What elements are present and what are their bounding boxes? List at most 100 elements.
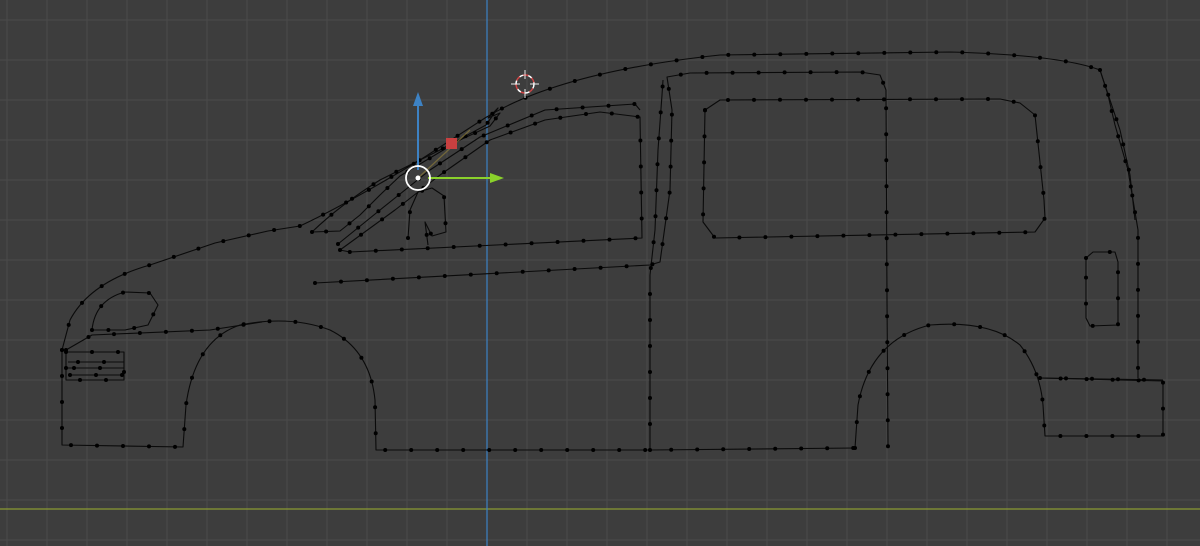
curve-vertex[interactable] — [789, 234, 794, 239]
curve-vertex[interactable] — [366, 187, 371, 192]
curve-vertex[interactable] — [660, 242, 665, 247]
curve-vertex[interactable] — [196, 246, 201, 251]
curve-vertex[interactable] — [648, 266, 653, 270]
gizmo-plane-handle[interactable] — [446, 138, 457, 149]
curve-vertex[interactable] — [934, 97, 938, 102]
curve-vertex[interactable] — [442, 170, 447, 175]
curve-vertex[interactable] — [60, 348, 64, 352]
curve-vertex[interactable] — [638, 138, 643, 143]
curve-vertex[interactable] — [609, 111, 614, 116]
curve-vertex[interactable] — [200, 352, 205, 357]
curve-vertex[interactable] — [1041, 190, 1046, 195]
curve-vertex[interactable] — [78, 378, 82, 382]
curve-vertex[interactable] — [350, 196, 354, 201]
curve-vertex[interactable] — [76, 360, 80, 364]
curve-vertex[interactable] — [356, 225, 361, 230]
curve-vertex[interactable] — [825, 446, 830, 451]
curve-vertex[interactable] — [580, 105, 585, 110]
curve-vertex[interactable] — [427, 156, 432, 161]
curve-vertex[interactable] — [90, 328, 94, 332]
curve-vertex[interactable] — [461, 448, 466, 452]
curve-vertex[interactable] — [854, 420, 859, 425]
curve-vertex[interactable] — [364, 278, 369, 283]
curve-vertex[interactable] — [373, 248, 378, 253]
curve-vertex[interactable] — [1084, 275, 1088, 280]
curve-vertex[interactable] — [1121, 142, 1126, 147]
curve-vertex[interactable] — [190, 375, 194, 380]
curve-vertex[interactable] — [674, 58, 679, 63]
curve-vertex[interactable] — [1011, 99, 1016, 104]
curve-vertex[interactable] — [146, 291, 151, 295]
curve-vertex[interactable] — [1109, 109, 1114, 113]
curve-vertex[interactable] — [581, 238, 586, 243]
curve-vertex[interactable] — [493, 116, 498, 121]
curve-vertex[interactable] — [122, 271, 127, 276]
curve-vertex[interactable] — [830, 51, 835, 56]
curve-vertex[interactable] — [1106, 92, 1111, 97]
curve-vertex[interactable] — [624, 264, 629, 269]
curve-vertex[interactable] — [366, 204, 371, 209]
curve-vertex[interactable] — [555, 240, 560, 244]
curve-vertex[interactable] — [885, 314, 890, 319]
curve-vertex[interactable] — [1130, 193, 1135, 198]
curve-vertex[interactable] — [68, 373, 72, 377]
curve-vertex[interactable] — [712, 234, 716, 239]
curve-vertex[interactable] — [373, 405, 378, 410]
curve-vertex[interactable] — [116, 350, 120, 354]
curve-vertex[interactable] — [1136, 235, 1140, 240]
curve-vertex[interactable] — [763, 235, 768, 240]
curve-vertex[interactable] — [104, 378, 108, 382]
curve-vertex[interactable] — [747, 447, 752, 451]
curve-vertex[interactable] — [171, 254, 176, 259]
curve-vertex[interactable] — [1110, 434, 1115, 438]
curve-vertex[interactable] — [1136, 287, 1140, 292]
curve-vertex[interactable] — [886, 444, 890, 449]
curve-vertex[interactable] — [394, 169, 399, 174]
curve-vertex[interactable] — [399, 247, 404, 252]
curve-vertex[interactable] — [1090, 376, 1094, 381]
curve-vertex[interactable] — [95, 443, 99, 448]
curve-vertex[interactable] — [726, 98, 730, 102]
curve-vertex[interactable] — [669, 447, 674, 452]
curve-vertex[interactable] — [934, 50, 939, 55]
curve-vertex[interactable] — [406, 236, 410, 240]
curve-vertex[interactable] — [106, 328, 111, 332]
curve-vertex[interactable] — [267, 319, 272, 324]
curve-vertex[interactable] — [60, 374, 64, 378]
curve-vertex[interactable] — [1035, 139, 1040, 144]
curve-vertex[interactable] — [808, 70, 813, 75]
curve-vertex[interactable] — [701, 186, 706, 191]
3d-viewport[interactable] — [0, 0, 1200, 546]
curve-vertex[interactable] — [908, 50, 913, 55]
curve-vertex[interactable] — [867, 233, 872, 238]
curve-vertex[interactable] — [778, 52, 783, 57]
curve-vertex[interactable] — [463, 155, 468, 160]
curve-vertex[interactable] — [329, 212, 334, 217]
curve-vertex[interactable] — [189, 328, 194, 333]
curve-vertex[interactable] — [272, 228, 277, 232]
curve-vertex[interactable] — [529, 113, 534, 118]
curve-vertex[interactable] — [884, 132, 889, 137]
curve-vertex[interactable] — [1107, 250, 1112, 254]
curve-vertex[interactable] — [1012, 53, 1017, 58]
curve-vertex[interactable] — [866, 369, 871, 374]
curve-vertex[interactable] — [778, 97, 782, 102]
curve-vertex[interactable] — [572, 267, 577, 271]
curve-vertex[interactable] — [584, 112, 588, 116]
curve-vertex[interactable] — [102, 360, 106, 364]
curve-vertex[interactable] — [99, 284, 104, 289]
curve-vertex[interactable] — [324, 229, 329, 234]
curve-vertex[interactable] — [834, 70, 839, 75]
curve-vertex[interactable] — [1084, 377, 1089, 382]
curve-vertex[interactable] — [90, 350, 94, 354]
curve-vertex[interactable] — [885, 392, 890, 397]
curve-vertex[interactable] — [151, 312, 156, 317]
curve-vertex[interactable] — [60, 426, 64, 430]
curve-vertex[interactable] — [132, 326, 137, 330]
curve-vertex[interactable] — [669, 112, 674, 117]
curve-vertex[interactable] — [856, 97, 860, 102]
curve-vertex[interactable] — [598, 265, 603, 270]
curve-vertex[interactable] — [69, 443, 73, 448]
curve-vertex[interactable] — [1098, 68, 1102, 72]
curve-vertex[interactable] — [960, 97, 964, 102]
